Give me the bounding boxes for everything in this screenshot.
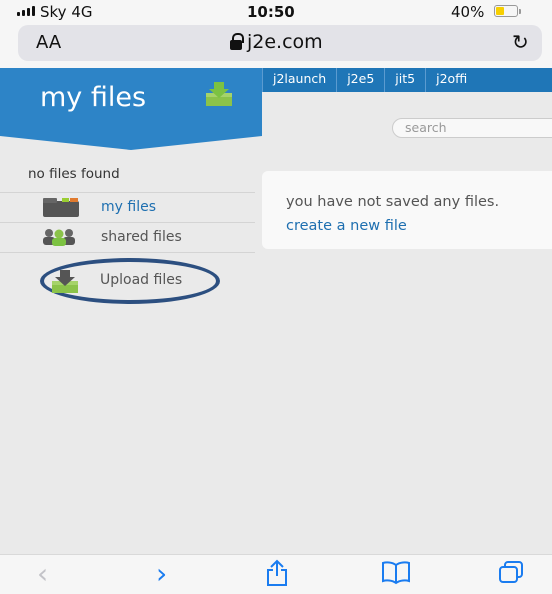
page-title: my files xyxy=(40,82,147,113)
url-domain[interactable]: j2e.com xyxy=(247,31,323,53)
upload-files-button[interactable]: Upload files xyxy=(40,258,220,304)
status-bar: Sky 4G 10:50 40% xyxy=(0,0,552,24)
app-link-j2launch[interactable]: j2launch xyxy=(262,68,336,92)
forward-arrow-icon[interactable]: › xyxy=(156,559,167,589)
signal-icon xyxy=(17,6,35,16)
app-link-j2office[interactable]: j2offi xyxy=(425,68,477,92)
lock-icon xyxy=(230,33,244,50)
clock: 10:50 xyxy=(247,3,295,21)
sidebar-item-label: shared files xyxy=(101,229,182,245)
browser-toolbar: ‹ › xyxy=(0,554,552,594)
app-link-j2e5[interactable]: j2e5 xyxy=(336,68,384,92)
folder-icon xyxy=(42,198,80,222)
upload-box-icon xyxy=(50,269,80,299)
share-icon[interactable] xyxy=(265,559,289,594)
sidebar-item-label: my files xyxy=(101,199,156,215)
my-files-banner: my files xyxy=(0,68,262,136)
search-input[interactable]: search xyxy=(392,118,552,138)
bookmarks-icon[interactable] xyxy=(381,559,411,592)
no-files-message: no files found xyxy=(28,166,120,182)
shared-users-icon xyxy=(42,228,76,250)
create-new-file-link[interactable]: create a new file xyxy=(286,218,407,234)
app-links: j2launch j2e5 jit5 j2offi xyxy=(262,68,477,92)
carrier-label: Sky 4G xyxy=(40,3,93,21)
upload-files-label: Upload files xyxy=(100,272,183,288)
green-download-box-icon xyxy=(204,80,234,114)
tabs-icon[interactable] xyxy=(497,559,525,592)
back-arrow-icon[interactable]: ‹ xyxy=(37,559,48,589)
sidebar-item-shared-files[interactable]: shared files xyxy=(0,224,255,252)
battery-percent: 40% xyxy=(451,3,485,21)
reload-icon[interactable]: ↻ xyxy=(512,30,529,54)
sidebar-item-my-files[interactable]: my files xyxy=(0,194,255,222)
text-size-button[interactable]: AA xyxy=(36,32,61,53)
browser-header: AA j2e.com ↻ xyxy=(0,24,552,68)
battery-icon xyxy=(494,5,518,17)
empty-state-message: you have not saved any files. xyxy=(286,194,500,210)
empty-files-card: you have not saved any files. create a n… xyxy=(262,171,552,249)
web-page: j2launch j2e5 jit5 j2offi my files searc… xyxy=(0,68,552,554)
address-bar[interactable]: AA j2e.com ↻ xyxy=(18,25,542,61)
app-link-jit5[interactable]: jit5 xyxy=(384,68,425,92)
